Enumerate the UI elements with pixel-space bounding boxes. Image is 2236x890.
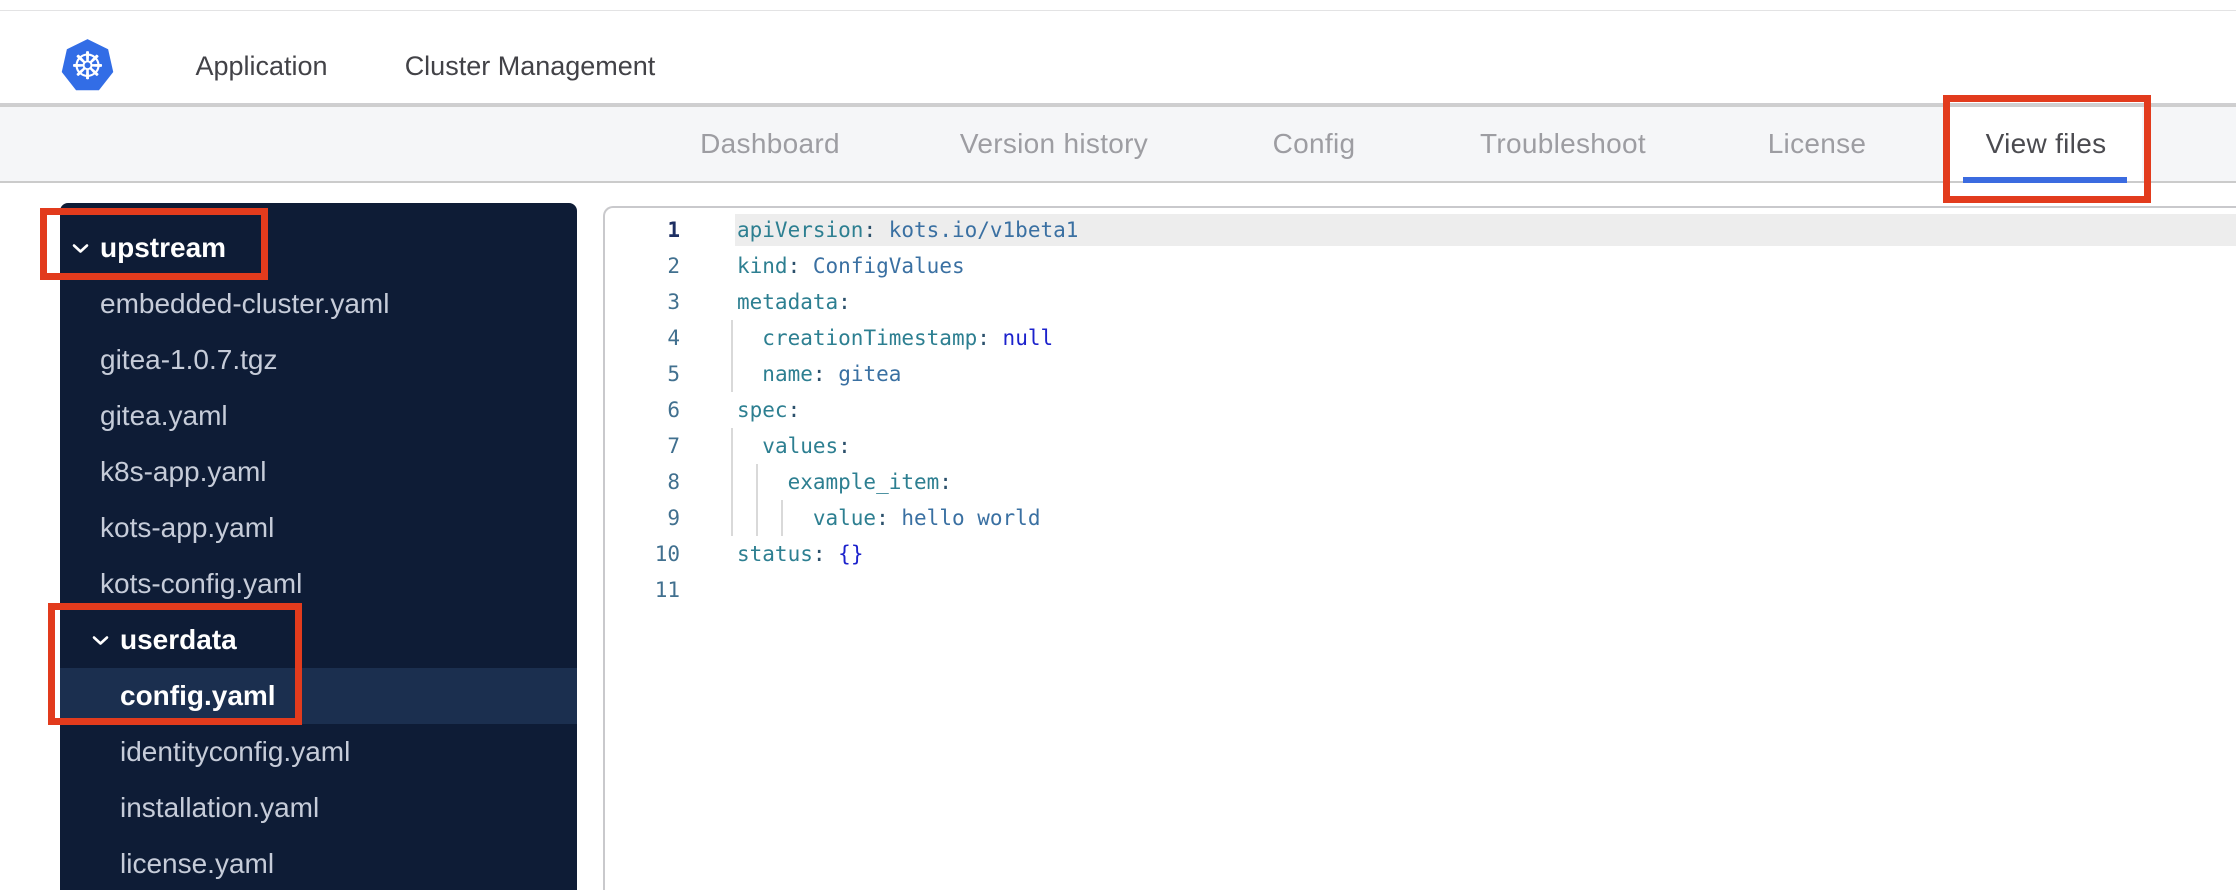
subnav-tab-version-history[interactable]: Version history	[940, 107, 1168, 181]
tree-file-kots-config.yaml[interactable]: kots-config.yaml	[60, 556, 577, 612]
tree-item-label: embedded-cluster.yaml	[100, 288, 390, 319]
indent-guide	[731, 464, 733, 500]
tree-folder-upstream[interactable]: upstream	[60, 220, 577, 276]
indent-guide	[731, 428, 733, 464]
tree-item-label: identityconfig.yaml	[120, 736, 351, 767]
tree-item-label: kots-config.yaml	[100, 568, 303, 599]
code-line-text: example_item:	[787, 470, 952, 494]
view-files-active-underline	[1963, 177, 2127, 183]
tree-item-label: installation.yaml	[120, 792, 320, 823]
code-line-text: status: {}	[737, 542, 864, 566]
code-line-4: 4 creationTimestamp: null	[605, 320, 2236, 356]
line-number: 7	[667, 434, 680, 458]
line-number: 9	[667, 506, 680, 530]
app-subnav: Dashboard Version history Config Troublesho…	[0, 105, 2236, 183]
tree-item-label: k8s-app.yaml	[100, 456, 267, 487]
code-line-text: name: gitea	[762, 362, 902, 386]
code-line-5: 5 name: gitea	[605, 356, 2236, 392]
code-line-text: creationTimestamp: null	[762, 326, 1054, 350]
app-header: ☸ Application Cluster Management	[0, 11, 2236, 116]
code-line-text: apiVersion: kots.io/v1beta1	[737, 218, 1079, 242]
kots-admin-console: ☸ Application Cluster Management Dashboa…	[0, 0, 2236, 890]
tree-file-embedded-cluster.yaml[interactable]: embedded-cluster.yaml	[60, 276, 577, 332]
tab-cluster-management[interactable]: Cluster Management	[380, 41, 680, 91]
tab-application[interactable]: Application	[158, 41, 365, 91]
code-line-text: kind: ConfigValues	[737, 254, 965, 278]
code-line-text: metadata:	[737, 290, 851, 314]
subnav-tab-view-files[interactable]: View files	[1950, 107, 2142, 181]
code-line-6: 6 spec:	[605, 392, 2236, 428]
code-line-3: 3 metadata:	[605, 284, 2236, 320]
file-tree-sidebar: upstream embedded-cluster.yaml gitea-1.0.7…	[60, 203, 577, 890]
tree-item-label: config.yaml	[120, 680, 276, 711]
tree-item-label: kots-app.yaml	[100, 512, 275, 543]
subnav-tab-license[interactable]: License	[1748, 107, 1887, 181]
code-line-9: 9 value: hello world	[605, 500, 2236, 536]
tree-file-k8s-app.yaml[interactable]: k8s-app.yaml	[60, 444, 577, 500]
tree-file-gitea-1.0.7.tgz[interactable]: gitea-1.0.7.tgz	[60, 332, 577, 388]
tree-item-label: upstream	[100, 232, 227, 263]
line-number: 11	[654, 578, 680, 602]
chevron-down-icon[interactable]	[72, 243, 89, 254]
tree-file-config.yaml[interactable]: config.yaml	[60, 668, 577, 724]
tree-file-kots-app.yaml[interactable]: kots-app.yaml	[60, 500, 577, 556]
subnav-tab-troubleshoot[interactable]: Troubleshoot	[1460, 107, 1666, 181]
code-line-text: spec:	[737, 398, 801, 422]
code-line-1: 1 apiVersion: kots.io/v1beta1	[605, 212, 2236, 248]
code-line-text: value: hello world	[812, 506, 1041, 530]
indent-guide	[731, 500, 733, 536]
code-line-8: 8 example_item:	[605, 464, 2236, 500]
helm-wheel-icon: ☸	[70, 44, 105, 88]
line-number: 2	[667, 254, 680, 278]
subnav-tab-dashboard[interactable]: Dashboard	[680, 107, 860, 181]
tree-item-label: userdata	[120, 624, 237, 655]
code-line-11: 11	[605, 572, 2236, 608]
line-number: 4	[667, 326, 680, 350]
code-line-10: 10 status: {}	[605, 536, 2236, 572]
chevron-down-icon[interactable]	[92, 635, 109, 646]
code-line-7: 7 values:	[605, 428, 2236, 464]
indent-guide	[731, 320, 733, 356]
tree-file-identityconfig.yaml[interactable]: identityconfig.yaml	[60, 724, 577, 780]
kubernetes-logo-icon: ☸	[61, 39, 114, 91]
tree-file-gitea.yaml[interactable]: gitea.yaml	[60, 388, 577, 444]
yaml-code-editor[interactable]: 1 apiVersion: kots.io/v1beta1 2 kind: Confi…	[603, 206, 2236, 890]
indent-guide	[731, 356, 733, 392]
subnav-tab-config[interactable]: Config	[1253, 107, 1376, 181]
line-number: 8	[667, 470, 680, 494]
line-number: 6	[667, 398, 680, 422]
tree-item-label: gitea-1.0.7.tgz	[100, 344, 278, 375]
tree-folder-userdata[interactable]: userdata	[60, 612, 577, 668]
code-line-2: 2 kind: ConfigValues	[605, 248, 2236, 284]
line-number: 1	[667, 218, 680, 242]
tree-item-label: license.yaml	[120, 848, 275, 879]
code-line-text: values:	[762, 434, 851, 458]
line-number: 3	[667, 290, 680, 314]
tree-file-installation.yaml[interactable]: installation.yaml	[60, 780, 577, 836]
line-number: 5	[667, 362, 680, 386]
tree-file-license.yaml[interactable]: license.yaml	[60, 836, 577, 890]
line-number: 10	[654, 542, 680, 566]
tree-item-label: gitea.yaml	[100, 400, 228, 431]
